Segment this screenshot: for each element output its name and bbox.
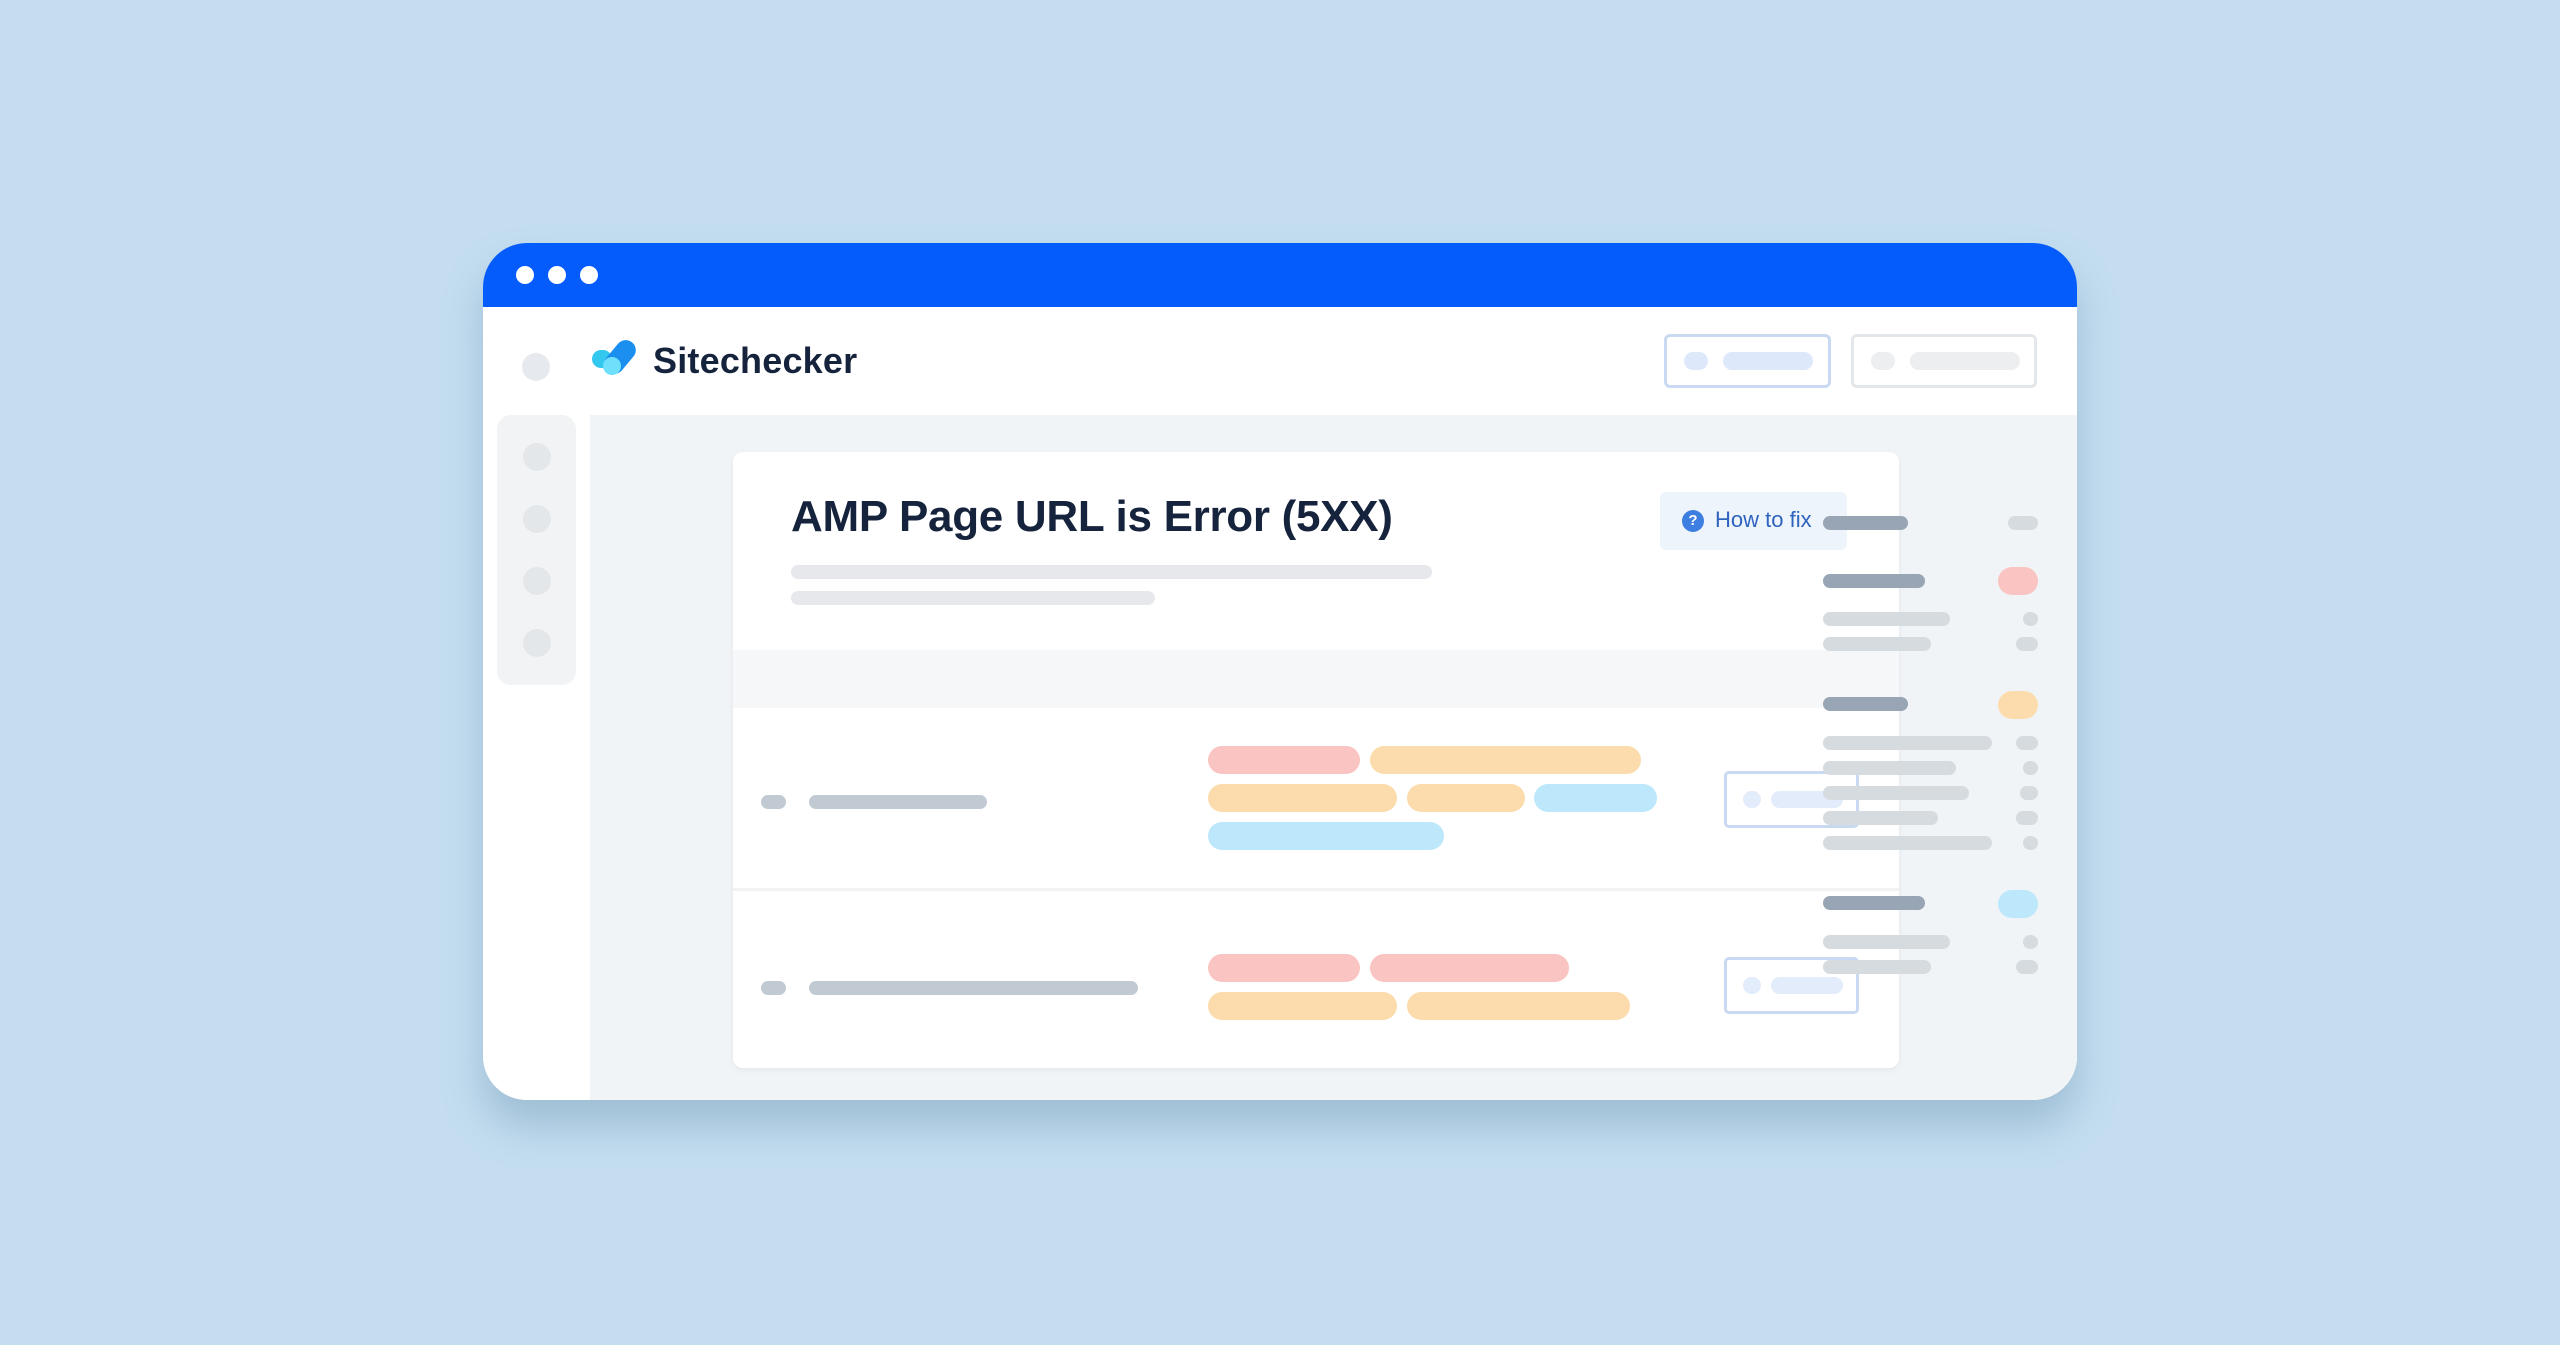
issue-tag: [1534, 784, 1657, 812]
summary-count-placeholder: [2008, 516, 2038, 530]
window-maximize-dot[interactable]: [580, 266, 598, 284]
description-line: [791, 565, 1432, 579]
question-circle-icon: ?: [1682, 510, 1704, 532]
issue-tag: [1208, 784, 1397, 812]
summary-heading-placeholder: [1823, 516, 1908, 530]
summary-item-placeholder: [1823, 761, 1956, 775]
summary-count-placeholder: [2023, 836, 2038, 850]
issue-card: AMP Page URL is Error (5XX) ? How to fix: [733, 452, 1899, 1068]
sidebar-item-icon[interactable]: [523, 567, 551, 595]
app-header: Sitechecker: [483, 307, 2077, 415]
window-titlebar: [483, 243, 2077, 307]
row-status-placeholder: [761, 795, 786, 809]
warning-count-badge[interactable]: [1998, 691, 2038, 719]
issue-tag: [1208, 992, 1397, 1020]
left-sidebar: [497, 415, 576, 685]
page-title: AMP Page URL is Error (5XX): [791, 492, 1393, 541]
issue-tag: [1370, 746, 1641, 774]
summary-heading-placeholder: [1823, 697, 1908, 711]
row-url-placeholder: [809, 795, 987, 809]
summary-count-placeholder: [2023, 935, 2038, 949]
summary-count-placeholder: [2016, 960, 2038, 974]
button-label-placeholder: [1910, 352, 2020, 370]
summary-count-placeholder: [2016, 637, 2038, 651]
summary-count-placeholder: [2016, 811, 2038, 825]
brand-name: Sitechecker: [653, 340, 858, 381]
sidebar-item-icon[interactable]: [523, 443, 551, 471]
how-to-fix-label: How to fix: [1715, 507, 1812, 532]
button-icon-placeholder: [1743, 791, 1761, 808]
issue-tag: [1370, 954, 1569, 982]
summary-item-placeholder: [1823, 637, 1931, 651]
right-summary-panel: [1823, 415, 2077, 1100]
summary-item-placeholder: [1823, 736, 1992, 750]
issue-tag: [1208, 746, 1360, 774]
summary-count-placeholder: [2016, 736, 2038, 750]
table-row[interactable]: [733, 708, 1899, 888]
issue-tag: [1407, 784, 1525, 812]
row-status-placeholder: [761, 981, 786, 995]
summary-heading-placeholder: [1823, 574, 1925, 588]
button-icon-placeholder: [1684, 352, 1708, 370]
window-close-dot[interactable]: [516, 266, 534, 284]
window-minimize-dot[interactable]: [548, 266, 566, 284]
summary-count-placeholder: [2023, 612, 2038, 626]
table-header: [733, 650, 1899, 708]
button-icon-placeholder: [1743, 977, 1761, 994]
browser-window: Sitechecker AMP Page URL is Error (5XX) …: [483, 243, 2077, 1100]
header-button-secondary[interactable]: [1851, 334, 2037, 388]
row-url-placeholder: [809, 981, 1138, 995]
summary-item-placeholder: [1823, 786, 1969, 800]
how-to-fix-button[interactable]: ? How to fix: [1660, 492, 1847, 550]
summary-item-placeholder: [1823, 960, 1931, 974]
issue-tag: [1208, 954, 1360, 982]
summary-item-placeholder: [1823, 612, 1950, 626]
sidebar-item-icon[interactable]: [523, 505, 551, 533]
summary-count-placeholder: [2020, 786, 2038, 800]
summary-heading-placeholder: [1823, 896, 1925, 910]
summary-item-placeholder: [1823, 935, 1950, 949]
button-icon-placeholder: [1871, 352, 1895, 370]
error-count-badge[interactable]: [1998, 567, 2038, 595]
summary-item-placeholder: [1823, 836, 1992, 850]
issue-tag: [1407, 992, 1630, 1020]
app-body: AMP Page URL is Error (5XX) ? How to fix: [483, 415, 2077, 1100]
description-line: [791, 591, 1155, 605]
notice-count-badge[interactable]: [1998, 890, 2038, 918]
summary-count-placeholder: [2023, 761, 2038, 775]
checkmark-logo-icon: [590, 336, 642, 376]
sidebar-item-icon[interactable]: [523, 629, 551, 657]
issue-tag: [1208, 822, 1444, 850]
header-button-primary[interactable]: [1664, 334, 1831, 388]
button-label-placeholder: [1723, 352, 1813, 370]
summary-item-placeholder: [1823, 811, 1938, 825]
main-content: AMP Page URL is Error (5XX) ? How to fix: [590, 415, 2077, 1100]
menu-toggle-icon[interactable]: [522, 353, 550, 381]
table-row[interactable]: [733, 891, 1899, 1068]
